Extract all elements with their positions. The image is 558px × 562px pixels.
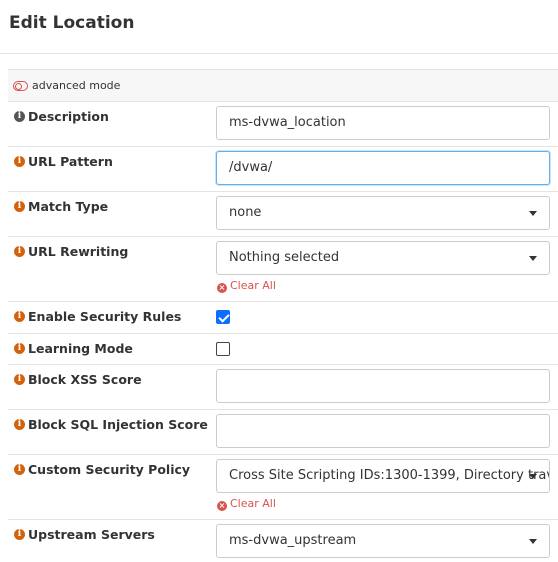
enable-security-rules-checkbox[interactable] — [216, 310, 230, 324]
url-pattern-label: URL Pattern — [28, 154, 113, 169]
upstream-servers-label: Upstream Servers — [28, 527, 155, 542]
modal-header: Edit Location — [0, 0, 558, 54]
url-rewriting-label: URL Rewriting — [28, 244, 129, 259]
info-icon[interactable]: i — [14, 464, 25, 475]
toggle-off-icon[interactable] — [13, 81, 28, 91]
caret-down-icon — [529, 539, 537, 544]
url-rewriting-clear-all[interactable]: × Clear All — [217, 279, 276, 293]
description-input[interactable]: ms-dvwa_location — [216, 106, 550, 140]
caret-down-icon — [529, 474, 537, 479]
enable-security-rules-row: i Enable Security Rules — [8, 301, 558, 333]
learning-mode-row: i Learning Mode — [8, 333, 558, 364]
custom-security-policy-clear-all[interactable]: × Clear All — [217, 497, 276, 511]
upstream-servers-value: ms-dvwa_upstream — [229, 533, 357, 548]
advanced-mode-row: advanced mode — [8, 69, 558, 101]
match-type-label: Match Type — [28, 199, 109, 214]
info-icon[interactable]: i — [14, 419, 25, 430]
custom-security-policy-select[interactable]: Cross Site Scripting IDs:1300-1399, Dire… — [216, 459, 550, 493]
block-xss-score-label: Block XSS Score — [28, 372, 142, 387]
block-xss-score-input[interactable] — [216, 369, 550, 403]
info-icon[interactable]: i — [14, 374, 25, 385]
clear-all-label: Clear All — [230, 279, 276, 292]
caret-down-icon — [529, 256, 537, 261]
url-rewriting-select[interactable]: Nothing selected — [216, 241, 550, 275]
info-icon[interactable]: i — [14, 111, 25, 122]
match-type-select[interactable]: none — [216, 196, 550, 230]
custom-security-policy-label: Custom Security Policy — [28, 462, 191, 477]
description-label: Description — [28, 109, 109, 124]
upstream-servers-select[interactable]: ms-dvwa_upstream — [216, 524, 550, 558]
url-rewriting-value: Nothing selected — [229, 250, 340, 265]
clear-all-label: Clear All — [230, 497, 276, 510]
caret-down-icon — [529, 211, 537, 216]
info-icon[interactable]: i — [14, 156, 25, 167]
info-icon[interactable]: i — [14, 246, 25, 257]
times-circle-icon: × — [217, 501, 227, 511]
modal-title: Edit Location — [9, 13, 135, 33]
block-sql-injection-score-input[interactable] — [216, 414, 550, 448]
info-icon[interactable]: i — [14, 201, 25, 212]
advanced-mode-label[interactable]: advanced mode — [32, 79, 120, 92]
block-sql-injection-score-label: Block SQL Injection Score — [28, 417, 208, 432]
enable-security-rules-label: Enable Security Rules — [28, 309, 182, 324]
learning-mode-label: Learning Mode — [28, 341, 133, 356]
info-icon[interactable]: i — [14, 343, 25, 354]
url-pattern-input[interactable]: /dvwa/ — [216, 151, 550, 185]
learning-mode-checkbox[interactable] — [216, 342, 230, 356]
match-type-value: none — [229, 205, 262, 220]
custom-security-policy-value: Cross Site Scripting IDs:1300-1399, Dire… — [229, 468, 549, 483]
info-icon[interactable]: i — [14, 529, 25, 540]
info-icon[interactable]: i — [14, 311, 25, 322]
times-circle-icon: × — [217, 283, 227, 293]
